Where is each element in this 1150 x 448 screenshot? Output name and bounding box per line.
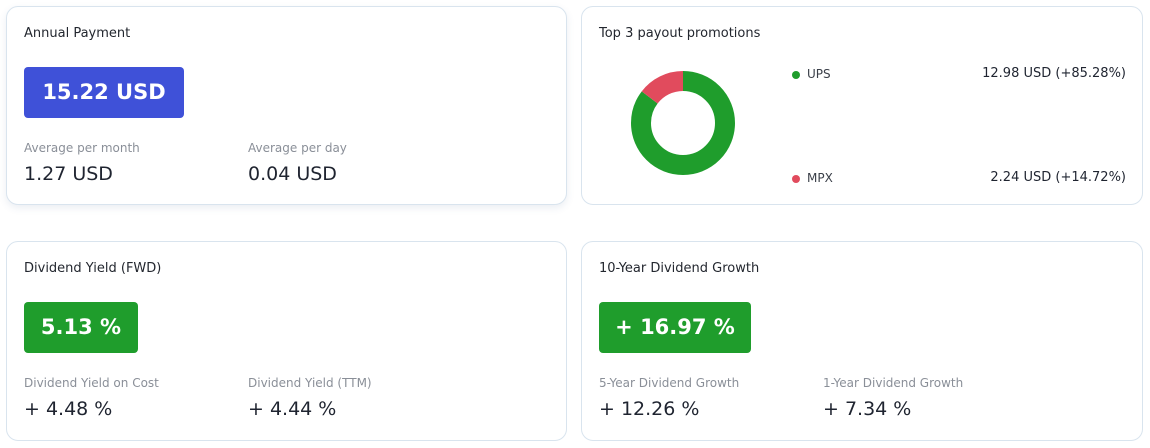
legend-value-mpx: 2.24 USD (+14.72%) bbox=[990, 170, 1126, 185]
legend-item-ups: UPS 12.98 USD (+85.28%) bbox=[792, 65, 1126, 85]
legend-item-mpx: MPX 2.24 USD (+14.72%) bbox=[792, 169, 1126, 189]
yield-on-cost-label: Dividend Yield on Cost bbox=[24, 376, 159, 390]
average-per-day-label: Average per day bbox=[248, 141, 347, 155]
dividend-yield-title: Dividend Yield (FWD) bbox=[24, 261, 162, 276]
legend-dot-ups bbox=[792, 71, 800, 79]
promotions-donut-chart bbox=[631, 71, 735, 175]
dividend-growth-title: 10-Year Dividend Growth bbox=[599, 261, 760, 276]
dividend-yield-card: Dividend Yield (FWD) 5.13 % Dividend Yie… bbox=[6, 241, 567, 441]
legend-name-mpx: MPX bbox=[807, 171, 833, 185]
one-year-growth-value: + 7.34 % bbox=[823, 398, 912, 420]
five-year-growth-label: 5-Year Dividend Growth bbox=[599, 376, 740, 390]
payout-promotions-title: Top 3 payout promotions bbox=[599, 26, 761, 41]
average-per-day-value: 0.04 USD bbox=[248, 163, 337, 185]
payout-promotions-card: Top 3 payout promotions UPS 12.98 USD (+… bbox=[581, 6, 1143, 205]
one-year-growth-label: 1-Year Dividend Growth bbox=[823, 376, 964, 390]
yield-on-cost-value: + 4.48 % bbox=[24, 398, 113, 420]
yield-ttm-label: Dividend Yield (TTM) bbox=[248, 376, 372, 390]
legend-dot-mpx bbox=[792, 175, 800, 183]
average-per-month-label: Average per month bbox=[24, 141, 140, 155]
five-year-growth-value: + 12.26 % bbox=[599, 398, 700, 420]
annual-payment-value-badge: 15.22 USD bbox=[24, 67, 184, 118]
dividend-yield-value-badge: 5.13 % bbox=[24, 302, 138, 353]
legend-name-ups: UPS bbox=[807, 67, 831, 81]
annual-payment-title: Annual Payment bbox=[24, 26, 131, 41]
yield-ttm-value: + 4.44 % bbox=[248, 398, 337, 420]
dividend-growth-value-badge: + 16.97 % bbox=[599, 302, 751, 353]
annual-payment-card: Annual Payment 15.22 USD Average per mon… bbox=[6, 6, 567, 205]
dividend-growth-card: 10-Year Dividend Growth + 16.97 % 5-Year… bbox=[581, 241, 1143, 441]
legend-value-ups: 12.98 USD (+85.28%) bbox=[982, 66, 1126, 81]
average-per-month-value: 1.27 USD bbox=[24, 163, 113, 185]
